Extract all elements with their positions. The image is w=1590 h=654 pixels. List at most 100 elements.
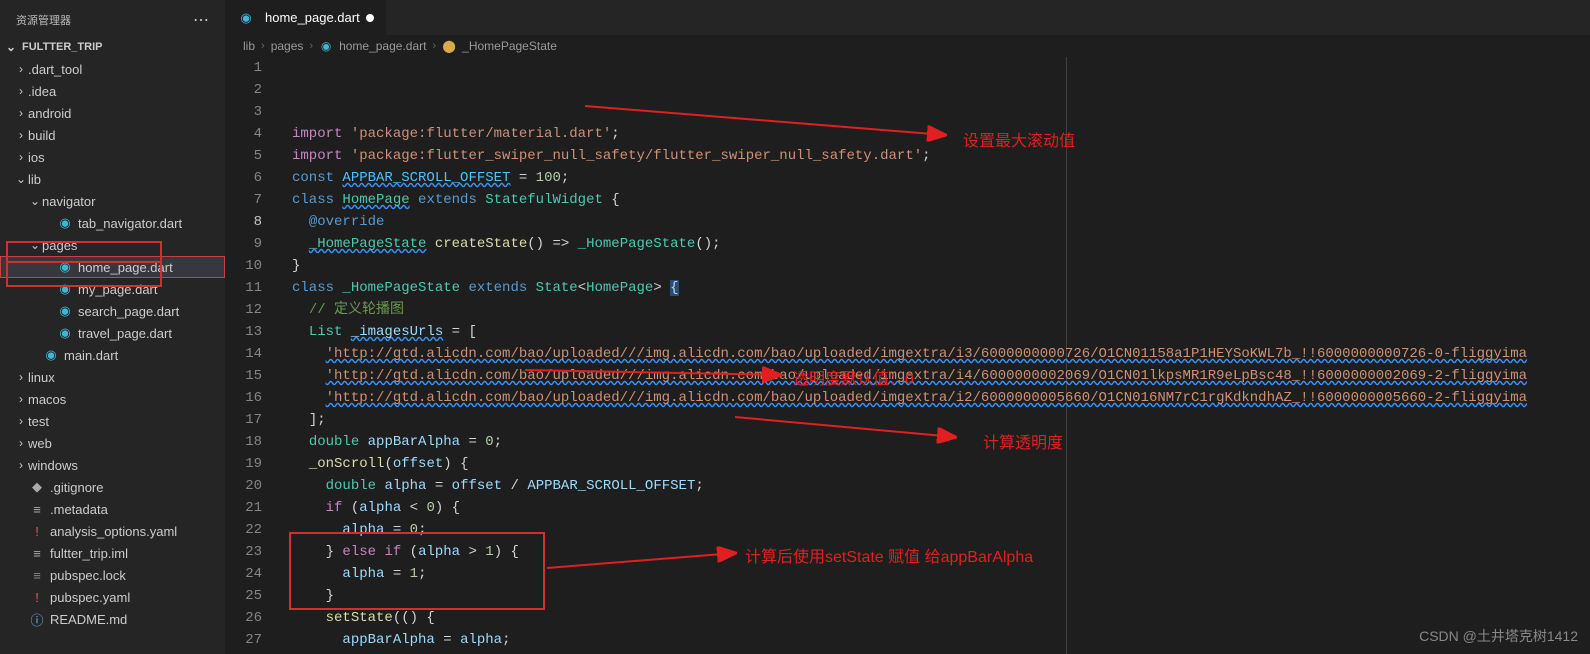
folder-item[interactable]: ›macos [0,388,225,410]
file-type-icon: ◉ [56,259,74,275]
file-type-icon: ◉ [56,281,74,297]
file-item[interactable]: ◉ tab_navigator.dart [0,212,225,234]
project-name: FULTTER_TRIP [22,41,102,53]
tree-item-label: my_page.dart [78,282,158,297]
file-item[interactable]: ◉main.dart [0,344,225,366]
file-item[interactable]: ⓘ README.md [0,608,225,630]
folder-item[interactable]: ⌄pages [0,234,225,256]
code-line[interactable]: } [280,585,1590,607]
tree-item-label: pubspec.yaml [50,590,130,605]
code-line[interactable]: @override [280,211,1590,233]
code-line[interactable]: ]; [280,409,1590,431]
file-type-icon: ! [28,524,46,539]
code-line[interactable]: // 定义轮播图 [280,299,1590,321]
tree-item-label: home_page.dart [78,260,173,275]
folder-item[interactable]: ›test [0,410,225,432]
tree-item-label: navigator [42,194,95,209]
code-line[interactable]: 'http://gtd.alicdn.com/bao/uploaded///im… [280,365,1590,387]
explorer-title: 资源管理器 [16,12,71,28]
tree-item-label: build [28,128,55,143]
code-line[interactable]: double alpha = offset / APPBAR_SCROLL_OF… [280,475,1590,497]
tree-item-label: web [28,436,52,451]
line-gutter: 1234567891011121314151617181920212223242… [225,57,280,654]
code-line[interactable]: setState(() { [280,607,1590,629]
class-icon: ⬤ [442,39,456,53]
code-line[interactable]: } [280,255,1590,277]
code-line[interactable]: 'http://gtd.alicdn.com/bao/uploaded///im… [280,387,1590,409]
breadcrumb-item[interactable]: lib [243,39,255,53]
tree-item-label: android [28,106,71,121]
code-line[interactable]: List _imagesUrls = [ [280,321,1590,343]
folder-item[interactable]: ›ios [0,146,225,168]
folder-item[interactable]: ›web [0,432,225,454]
tree-item-label: windows [28,458,78,473]
code-line[interactable]: import 'package:flutter_swiper_null_safe… [280,145,1590,167]
folder-item[interactable]: ›.dart_tool [0,58,225,80]
code-content[interactable]: import 'package:flutter/material.dart';i… [280,57,1590,654]
tree-item-label: pubspec.lock [50,568,126,583]
file-type-icon: ◉ [56,215,74,231]
file-item[interactable]: ≡pubspec.lock [0,564,225,586]
code-line[interactable]: class _HomePageState extends State<HomeP… [280,277,1590,299]
code-line[interactable]: alpha = 0; [280,519,1590,541]
more-icon[interactable]: ⋯ [193,10,209,30]
file-type-icon: ◆ [28,479,46,495]
file-tree[interactable]: ›.dart_tool›.idea›android›build›ios⌄lib⌄… [0,56,225,654]
breadcrumb-item[interactable]: home_page.dart [339,39,426,53]
explorer-sidebar: 资源管理器 ⋯ ⌄ FULTTER_TRIP ›.dart_tool›.idea… [0,0,225,654]
folder-item[interactable]: ⌄lib [0,168,225,190]
file-type-icon: ≡ [28,502,46,517]
breadcrumb[interactable]: lib › pages › ◉ home_page.dart › ⬤ _Home… [225,35,1590,57]
breadcrumb-item[interactable]: _HomePageState [462,39,557,53]
code-editor[interactable]: 1234567891011121314151617181920212223242… [225,57,1590,654]
chevron-down-icon: ⌄ [4,40,18,54]
file-item[interactable]: ◉search_page.dart [0,300,225,322]
tab-home-page[interactable]: ◉ home_page.dart [225,0,387,35]
tree-item-label: .metadata [50,502,108,517]
tab-label: home_page.dart [265,10,360,25]
file-item[interactable]: ◉ home_page.dart [0,256,225,278]
dart-icon: ◉ [319,39,333,53]
file-item[interactable]: ≡fultter_trip.iml [0,542,225,564]
code-line[interactable]: _onScroll(offset) { [280,453,1590,475]
file-type-icon: ≡ [28,546,46,561]
file-item[interactable]: ◉travel_page.dart [0,322,225,344]
tree-item-label: analysis_options.yaml [50,524,177,539]
explorer-header: 资源管理器 ⋯ [0,0,225,38]
folder-item[interactable]: ›windows [0,454,225,476]
code-line[interactable]: double appBarAlpha = 0; [280,431,1590,453]
code-line[interactable]: } else if (alpha > 1) { [280,541,1590,563]
code-line[interactable]: _HomePageState createState() => _HomePag… [280,233,1590,255]
folder-item[interactable]: ›linux [0,366,225,388]
folder-item[interactable]: ›android [0,102,225,124]
code-line[interactable]: if (alpha < 0) { [280,497,1590,519]
tree-item-label: travel_page.dart [78,326,172,341]
file-item[interactable]: ! analysis_options.yaml [0,520,225,542]
tree-item-label: pages [42,238,77,253]
file-type-icon: ⓘ [28,610,46,629]
file-item[interactable]: !pubspec.yaml [0,586,225,608]
folder-item[interactable]: ›.idea [0,80,225,102]
file-item[interactable]: ◆ .gitignore [0,476,225,498]
tree-item-label: README.md [50,612,127,627]
breadcrumb-item[interactable]: pages [271,39,304,53]
project-header[interactable]: ⌄ FULTTER_TRIP [0,38,225,56]
code-line[interactable]: class HomePage extends StatefulWidget { [280,189,1590,211]
folder-item[interactable]: ⌄navigator [0,190,225,212]
tree-item-label: tab_navigator.dart [78,216,182,231]
tree-item-label: .idea [28,84,56,99]
folder-item[interactable]: ›build [0,124,225,146]
tree-item-label: linux [28,370,55,385]
tab-bar: ◉ home_page.dart [225,0,1590,35]
code-line[interactable]: alpha = 1; [280,563,1590,585]
code-line[interactable]: import 'package:flutter/material.dart'; [280,123,1590,145]
tree-item-label: .dart_tool [28,62,82,77]
file-type-icon: ◉ [56,303,74,319]
code-line[interactable]: 'http://gtd.alicdn.com/bao/uploaded///im… [280,343,1590,365]
code-line[interactable]: appBarAlpha = alpha; [280,629,1590,651]
code-line[interactable]: const APPBAR_SCROLL_OFFSET = 100; [280,167,1590,189]
file-item[interactable]: ◉ my_page.dart [0,278,225,300]
tree-item-label: .gitignore [50,480,103,495]
chevron-right-icon: › [432,40,436,52]
file-item[interactable]: ≡ .metadata [0,498,225,520]
